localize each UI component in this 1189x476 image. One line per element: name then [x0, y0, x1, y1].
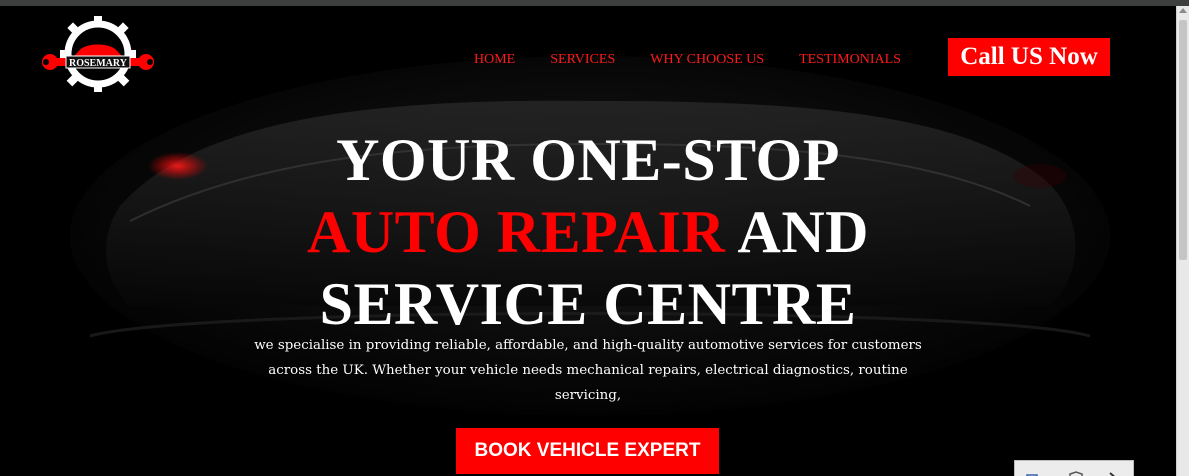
- headline-line-3: SERVICE CENTRE: [319, 271, 857, 337]
- rosemary-logo[interactable]: ROSEMARY: [42, 14, 154, 94]
- vertical-scrollbar[interactable]: [1176, 6, 1189, 476]
- hero-section: ROSEMARY HOME SERVICES WHY CHOOSE US TES…: [0, 6, 1176, 476]
- headline-line-2-rest: AND: [725, 199, 869, 265]
- nav-item-services[interactable]: SERVICES: [550, 52, 615, 68]
- floating-toolbar-widget[interactable]: [1014, 460, 1134, 476]
- browser-viewport: ROSEMARY HOME SERVICES WHY CHOOSE US TES…: [0, 0, 1189, 476]
- nav-item-home[interactable]: HOME: [474, 52, 515, 68]
- main-nav: HOME SERVICES WHY CHOOSE US TESTIMONIALS: [474, 52, 901, 68]
- scrollbar-thumb[interactable]: [1179, 20, 1187, 260]
- hero-headline: YOUR ONE-STOP AUTO REPAIR AND SERVICE CE…: [200, 124, 976, 340]
- book-vehicle-expert-button[interactable]: BOOK VEHICLE EXPERT: [456, 428, 719, 474]
- hero-description: we specialise in providing reliable, aff…: [254, 338, 922, 403]
- nav-item-testimonials[interactable]: TESTIMONIALS: [799, 52, 901, 68]
- toolbar-icons: [1026, 471, 1116, 476]
- call-us-button[interactable]: Call US Now: [948, 38, 1110, 76]
- nav-item-why-choose-us[interactable]: WHY CHOOSE US: [650, 52, 764, 68]
- shield-icon: [1069, 471, 1083, 476]
- headline-highlight: AUTO REPAIR: [306, 199, 726, 265]
- headline-line-1: YOUR ONE-STOP: [336, 127, 840, 193]
- headline-line-2: AUTO REPAIR AND: [200, 196, 976, 268]
- scroll-up-arrow-icon[interactable]: [1179, 8, 1187, 13]
- logo-text: ROSEMARY: [69, 58, 128, 69]
